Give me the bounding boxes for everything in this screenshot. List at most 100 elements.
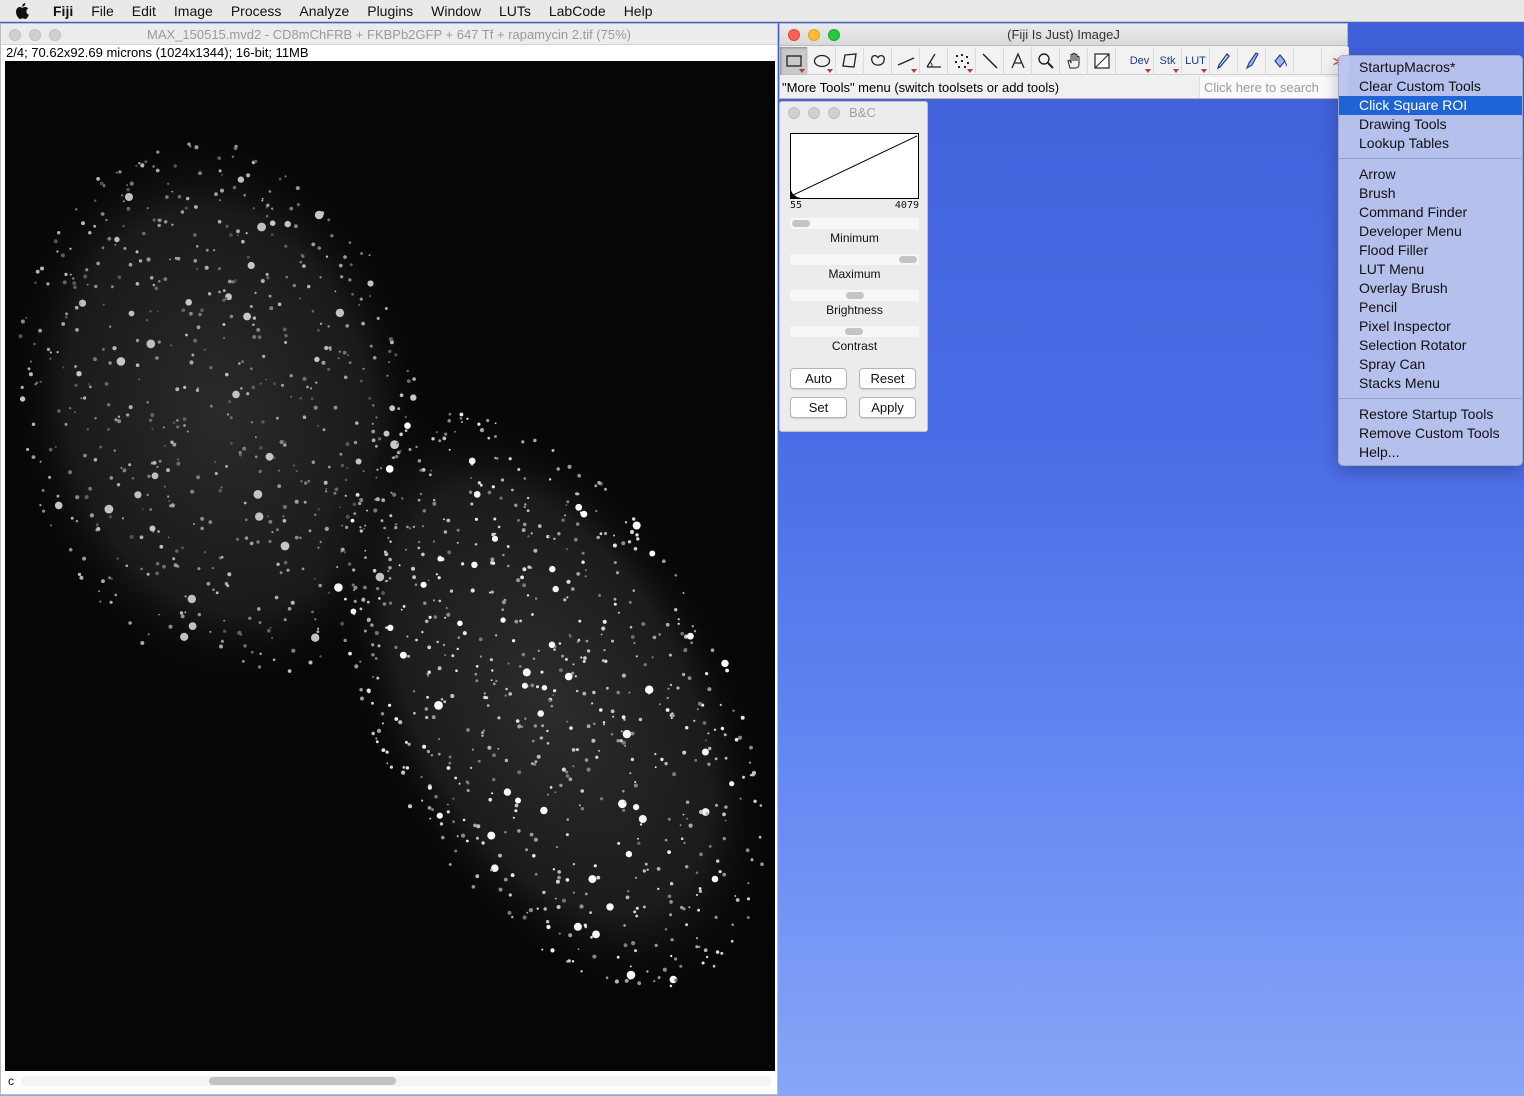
angle-tool[interactable] [920,47,948,75]
zoom-tool[interactable] [1032,47,1060,75]
speckle [394,717,399,721]
polygon-tool[interactable] [836,47,864,75]
menu-item-clear-custom-tools[interactable]: Clear Custom Tools [1339,77,1522,96]
menu-item-arrow[interactable]: Arrow [1339,165,1522,184]
auto-button[interactable]: Auto [790,368,847,389]
image-canvas[interactable] [5,61,775,1071]
pencil-tool[interactable] [1210,47,1238,75]
speckle [355,493,360,497]
speckle [500,617,506,623]
speckle [592,690,596,695]
multipoint-tool[interactable] [948,47,976,75]
menu-item-startupmacros[interactable]: StartupMacros* [1339,58,1522,77]
fiji-titlebar[interactable]: (Fiji Is Just) ImageJ [780,24,1347,46]
minimize-button[interactable] [29,29,41,41]
brightness-slider-knob[interactable] [846,292,864,299]
line-tool[interactable] [892,47,920,75]
speckle [214,471,218,476]
text-tool[interactable] [1004,47,1032,75]
apply-button[interactable]: Apply [859,397,916,418]
menu-item-brush[interactable]: Brush [1339,184,1522,203]
menu-analyze[interactable]: Analyze [290,0,358,22]
speckle [48,475,52,479]
menu-image[interactable]: Image [165,0,222,22]
menu-item-stacks-menu[interactable]: Stacks Menu [1339,374,1522,393]
menu-edit[interactable]: Edit [123,0,165,22]
stk-menu-tool[interactable]: Stk [1154,47,1182,75]
contrast-slider[interactable] [790,326,919,337]
menu-item-spray-can[interactable]: Spray Can [1339,355,1522,374]
speckle [123,247,127,250]
close-button[interactable] [788,29,800,41]
minimum-slider-knob[interactable] [792,220,810,227]
speckle [517,519,520,522]
menu-item-pixel-inspector[interactable]: Pixel Inspector [1339,317,1522,336]
speckle [428,473,432,477]
brush-tool[interactable] [1238,47,1266,75]
set-button[interactable]: Set [790,397,847,418]
speckle [65,312,68,316]
menu-item-lookup-tables[interactable]: Lookup Tables [1339,134,1522,153]
menu-item-help[interactable]: Help... [1339,443,1522,462]
flood-filler-tool[interactable] [1266,47,1294,75]
menu-file[interactable]: File [82,0,123,22]
menu-plugins[interactable]: Plugins [358,0,422,22]
channel-scrollbar[interactable] [21,1076,771,1086]
reset-button[interactable]: Reset [859,368,916,389]
menu-item-pencil[interactable]: Pencil [1339,298,1522,317]
menu-item-remove-custom-tools[interactable]: Remove Custom Tools [1339,424,1522,443]
menu-process[interactable]: Process [222,0,291,22]
menu-item-command-finder[interactable]: Command Finder [1339,203,1522,222]
minimum-slider[interactable] [790,218,919,229]
speckle [146,401,149,404]
speckle [397,407,401,410]
speckle [371,422,374,425]
menu-item-restore-startup-tools[interactable]: Restore Startup Tools [1339,405,1522,424]
minimize-button[interactable] [808,29,820,41]
zoom-button[interactable] [828,29,840,41]
menu-help[interactable]: Help [615,0,662,22]
menu-item-overlay-brush[interactable]: Overlay Brush [1339,279,1522,298]
channel-scrollbar-thumb[interactable] [209,1077,396,1085]
close-button[interactable] [9,29,21,41]
zoom-button[interactable] [49,29,61,41]
speckle [351,292,354,296]
speckle [630,757,635,762]
menu-app-fiji[interactable]: Fiji [44,0,82,22]
menu-window[interactable]: Window [422,0,490,22]
color-picker-tool[interactable] [1088,47,1116,75]
rectangle-tool[interactable] [780,47,808,75]
speckle [454,430,456,433]
hand-tool[interactable] [1060,47,1088,75]
menu-item-lut-menu[interactable]: LUT Menu [1339,260,1522,279]
menu-item-drawing-tools[interactable]: Drawing Tools [1339,115,1522,134]
speckle [299,260,303,264]
speckle [241,239,245,244]
menu-item-click-square-roi[interactable]: Click Square ROI [1339,96,1522,115]
menu-item-flood-filler[interactable]: Flood Filler [1339,241,1522,260]
menu-item-developer-menu[interactable]: Developer Menu [1339,222,1522,241]
image-window-titlebar[interactable]: MAX_150515.mvd2 - CD8mChFRB + FKBPb2GFP … [1,24,777,45]
search-field[interactable]: Click here to search [1199,77,1339,98]
menu-labcode[interactable]: LabCode [540,0,615,22]
maximum-slider[interactable] [790,254,919,265]
close-button[interactable] [788,107,800,119]
contrast-slider-knob[interactable] [845,328,863,335]
apple-menu-icon[interactable] [0,2,44,19]
lut-menu-tool[interactable]: LUT [1182,47,1210,75]
speckle [366,617,371,622]
minimize-button[interactable] [808,107,820,119]
oval-tool[interactable] [808,47,836,75]
dev-menu-tool[interactable]: Dev [1126,47,1154,75]
bc-titlebar[interactable]: B&C [780,102,927,123]
freehand-tool[interactable] [864,47,892,75]
speckle [671,713,675,718]
brightness-slider[interactable] [790,290,919,301]
menu-luts[interactable]: LUTs [490,0,540,22]
speckle [487,745,492,750]
wand-tool[interactable] [976,47,1004,75]
menu-item-selection-rotator[interactable]: Selection Rotator [1339,336,1522,355]
maximum-slider-knob[interactable] [899,256,917,263]
zoom-button[interactable] [828,107,840,119]
speckle [291,648,296,653]
